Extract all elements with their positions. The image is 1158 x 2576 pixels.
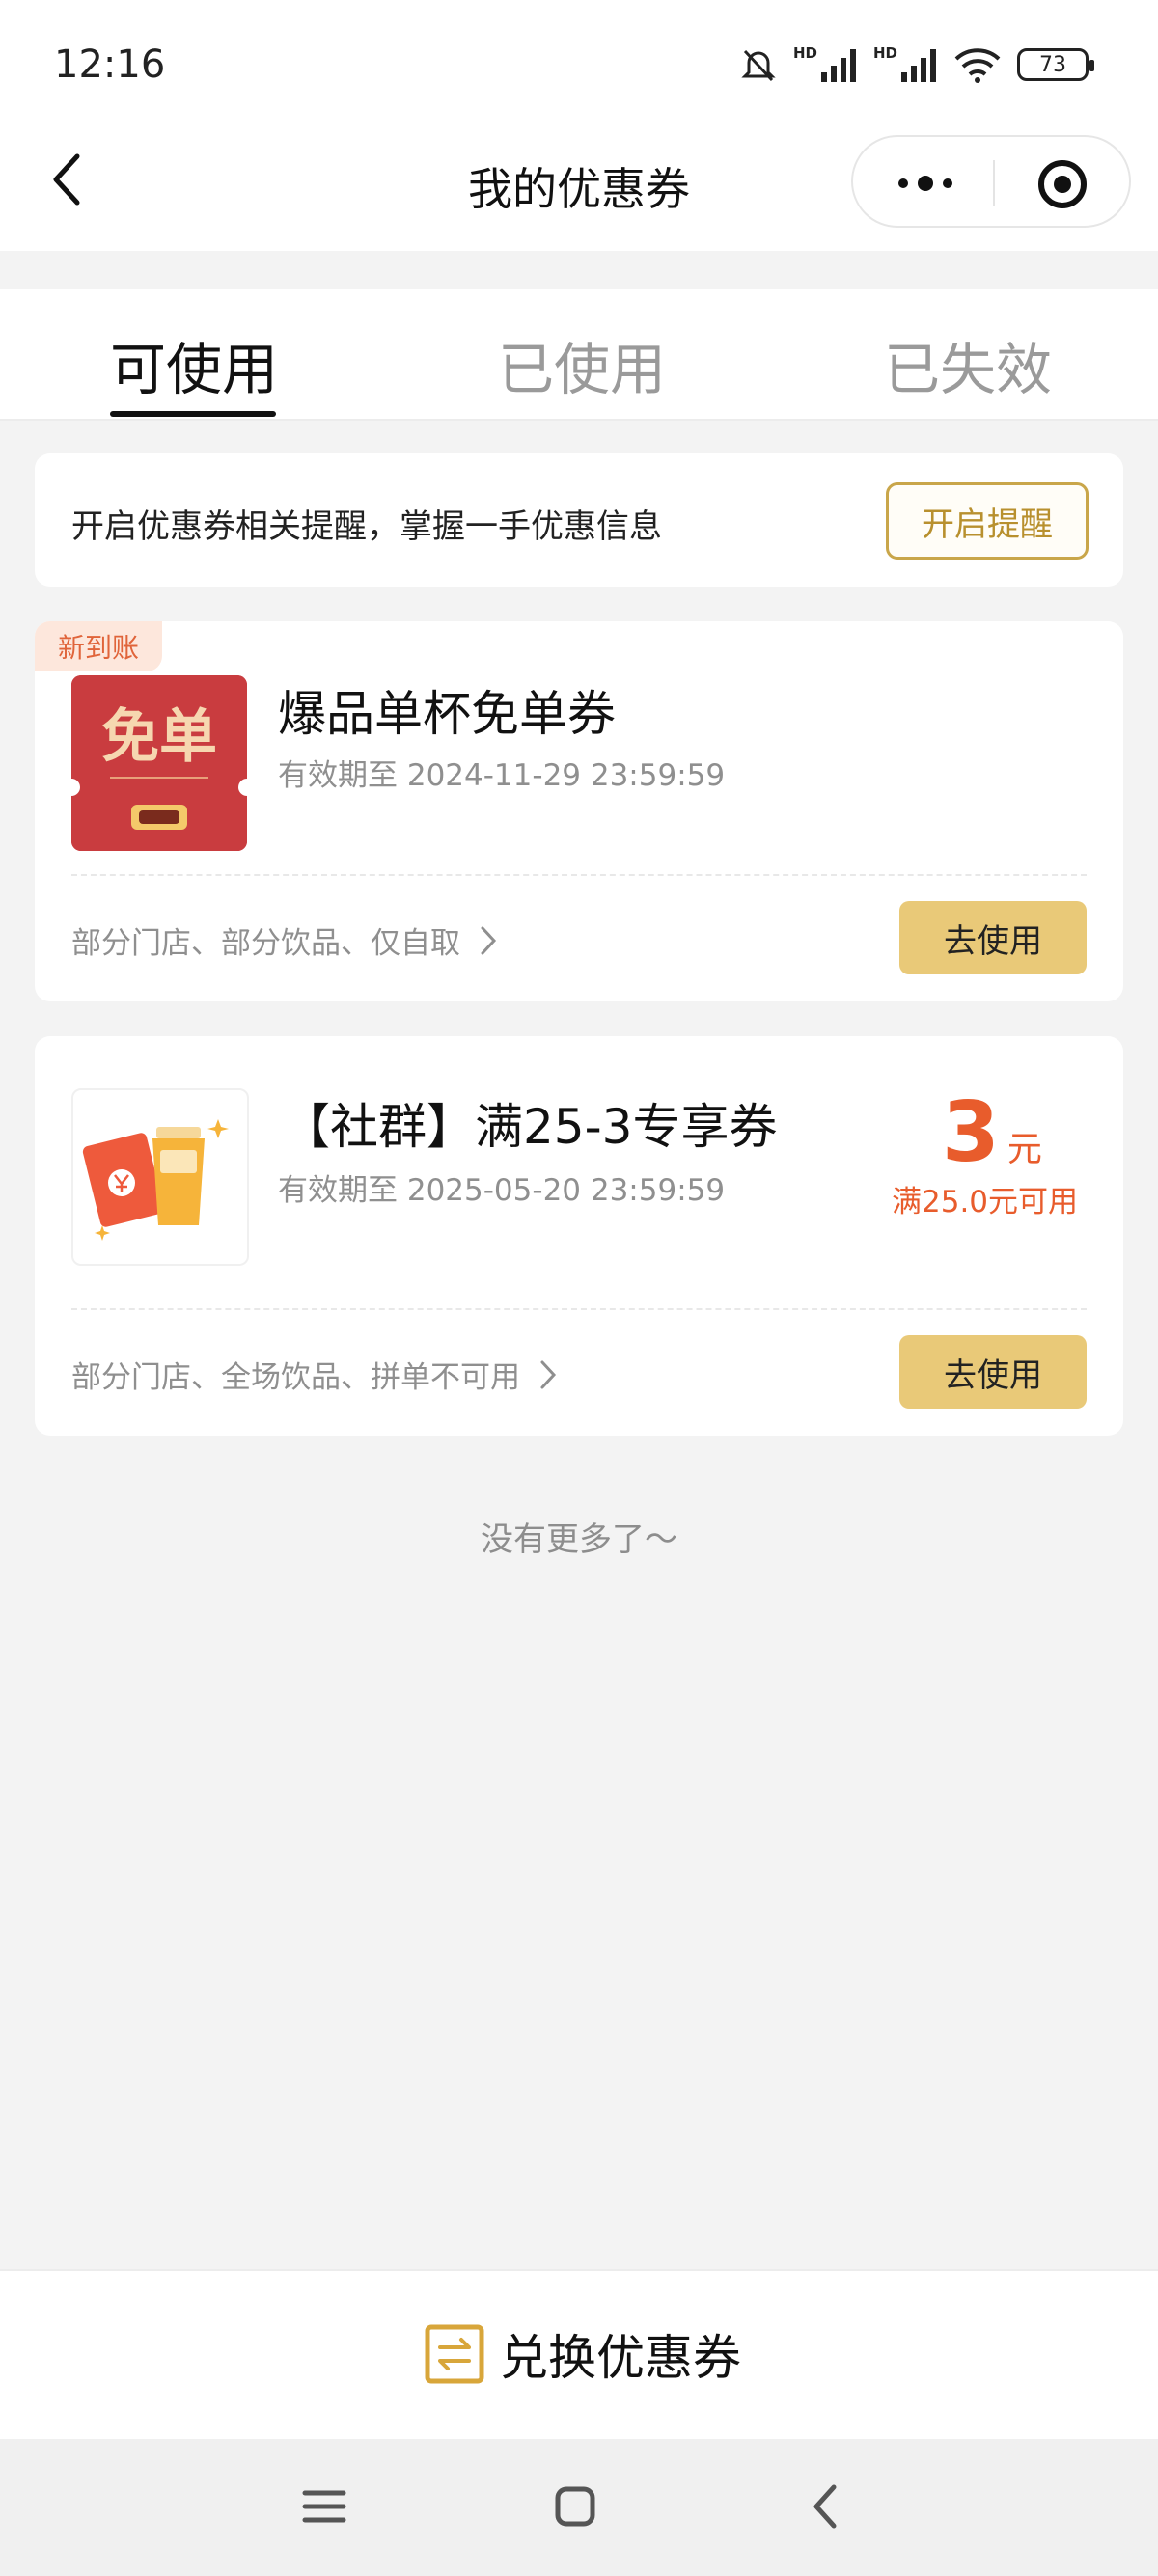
- new-badge: 新到账: [35, 621, 162, 671]
- discount-amount: 3 元: [942, 1084, 1042, 1181]
- cash-coupon-drink-icon: [82, 1119, 229, 1241]
- capsule-divider: [993, 160, 995, 206]
- menu-button[interactable]: [295, 2478, 353, 2535]
- coupon-divider: [71, 1308, 1087, 1310]
- exchange-coupon-button[interactable]: 兑换优惠券: [425, 2319, 741, 2389]
- coupon-scope-link[interactable]: 部分门店、部分饮品、仅自取: [71, 918, 499, 962]
- more-button[interactable]: [892, 160, 959, 206]
- wifi-icon: [954, 48, 1001, 83]
- chevron-right-icon: [481, 926, 497, 954]
- end-of-list-text: 没有更多了～: [481, 1521, 677, 1559]
- use-coupon-button[interactable]: 去使用: [899, 901, 1087, 974]
- menu-icon: [302, 2490, 346, 2523]
- hd-label: HD: [792, 44, 817, 62]
- signal-icon: [820, 49, 856, 82]
- mini-program-capsule: [851, 135, 1131, 228]
- tab-bar: 可使用 已使用 已失效: [0, 289, 1158, 421]
- enable-reminder-button[interactable]: 开启提醒: [886, 482, 1089, 560]
- home-icon: [555, 2486, 595, 2527]
- coupon-title: 【社群】满25-3专享券: [282, 1099, 778, 1155]
- battery-icon: 73: [1017, 48, 1094, 81]
- status-time: 12:16: [54, 42, 166, 87]
- status-bar: 12:16 HD HD 73: [0, 0, 1158, 135]
- silent-bell-icon: [741, 49, 776, 82]
- reminder-text: 开启优惠券相关提醒，掌握一手优惠信息: [71, 507, 662, 546]
- discount-value: 3: [942, 1084, 1000, 1181]
- system-nav-bar: [0, 2439, 1158, 2576]
- free-order-text: 免单: [101, 703, 217, 771]
- coupon-scope-text: 部分门店、部分饮品、仅自取: [71, 926, 460, 961]
- target-icon: [1038, 160, 1087, 208]
- coupon-validity: 有效期至 2024-11-29 23:59:59: [278, 758, 726, 793]
- chevron-right-icon: [540, 1360, 557, 1388]
- more-icon: [898, 176, 952, 191]
- close-button[interactable]: [1036, 158, 1089, 210]
- tab-expired[interactable]: 已失效: [884, 324, 1052, 405]
- hd-label: HD: [872, 44, 897, 62]
- nav-back-icon: [813, 2484, 837, 2529]
- coupon-divider: [71, 874, 1087, 876]
- use-coupon-button[interactable]: 去使用: [899, 1335, 1087, 1409]
- bottom-bar: 兑换优惠券: [0, 2269, 1158, 2439]
- header: 我的优惠券: [0, 116, 1158, 251]
- coupon-card: 【社群】满25-3专享券 有效期至 2025-05-20 23:59:59 3 …: [35, 1036, 1123, 1436]
- signal-icon: [901, 49, 936, 82]
- discount-condition: 满25.0元可用: [892, 1185, 1079, 1219]
- coupon-validity: 有效期至 2025-05-20 23:59:59: [278, 1173, 726, 1208]
- reminder-card: 开启优惠券相关提醒，掌握一手优惠信息 开启提醒: [35, 453, 1123, 587]
- coupon-title: 爆品单杯免单券: [278, 686, 616, 742]
- free-order-coupon-icon: 免单: [63, 675, 256, 851]
- coupon-card: 新到账 免单 爆品单杯免单券 有效期至 2024-11-29 23:59:59 …: [35, 621, 1123, 1001]
- tab-available[interactable]: 可使用: [110, 324, 278, 405]
- coupon-thumbnail: 免单: [63, 675, 256, 851]
- home-button[interactable]: [546, 2478, 604, 2535]
- exchange-label: 兑换优惠券: [500, 2330, 741, 2386]
- active-tab-indicator: [110, 411, 276, 417]
- coupon-thumbnail: [71, 1088, 249, 1266]
- nav-back-button[interactable]: [797, 2478, 855, 2535]
- tab-used[interactable]: 已使用: [498, 324, 666, 405]
- coupon-scope-link[interactable]: 部分门店、全场饮品、拼单不可用: [71, 1353, 559, 1396]
- discount-unit: 元: [1006, 1130, 1042, 1169]
- status-icons: HD HD 73: [739, 42, 1094, 87]
- battery-level: 73: [1039, 52, 1066, 77]
- exchange-icon: [425, 2324, 484, 2384]
- coupon-scope-text: 部分门店、全场饮品、拼单不可用: [71, 1360, 520, 1395]
